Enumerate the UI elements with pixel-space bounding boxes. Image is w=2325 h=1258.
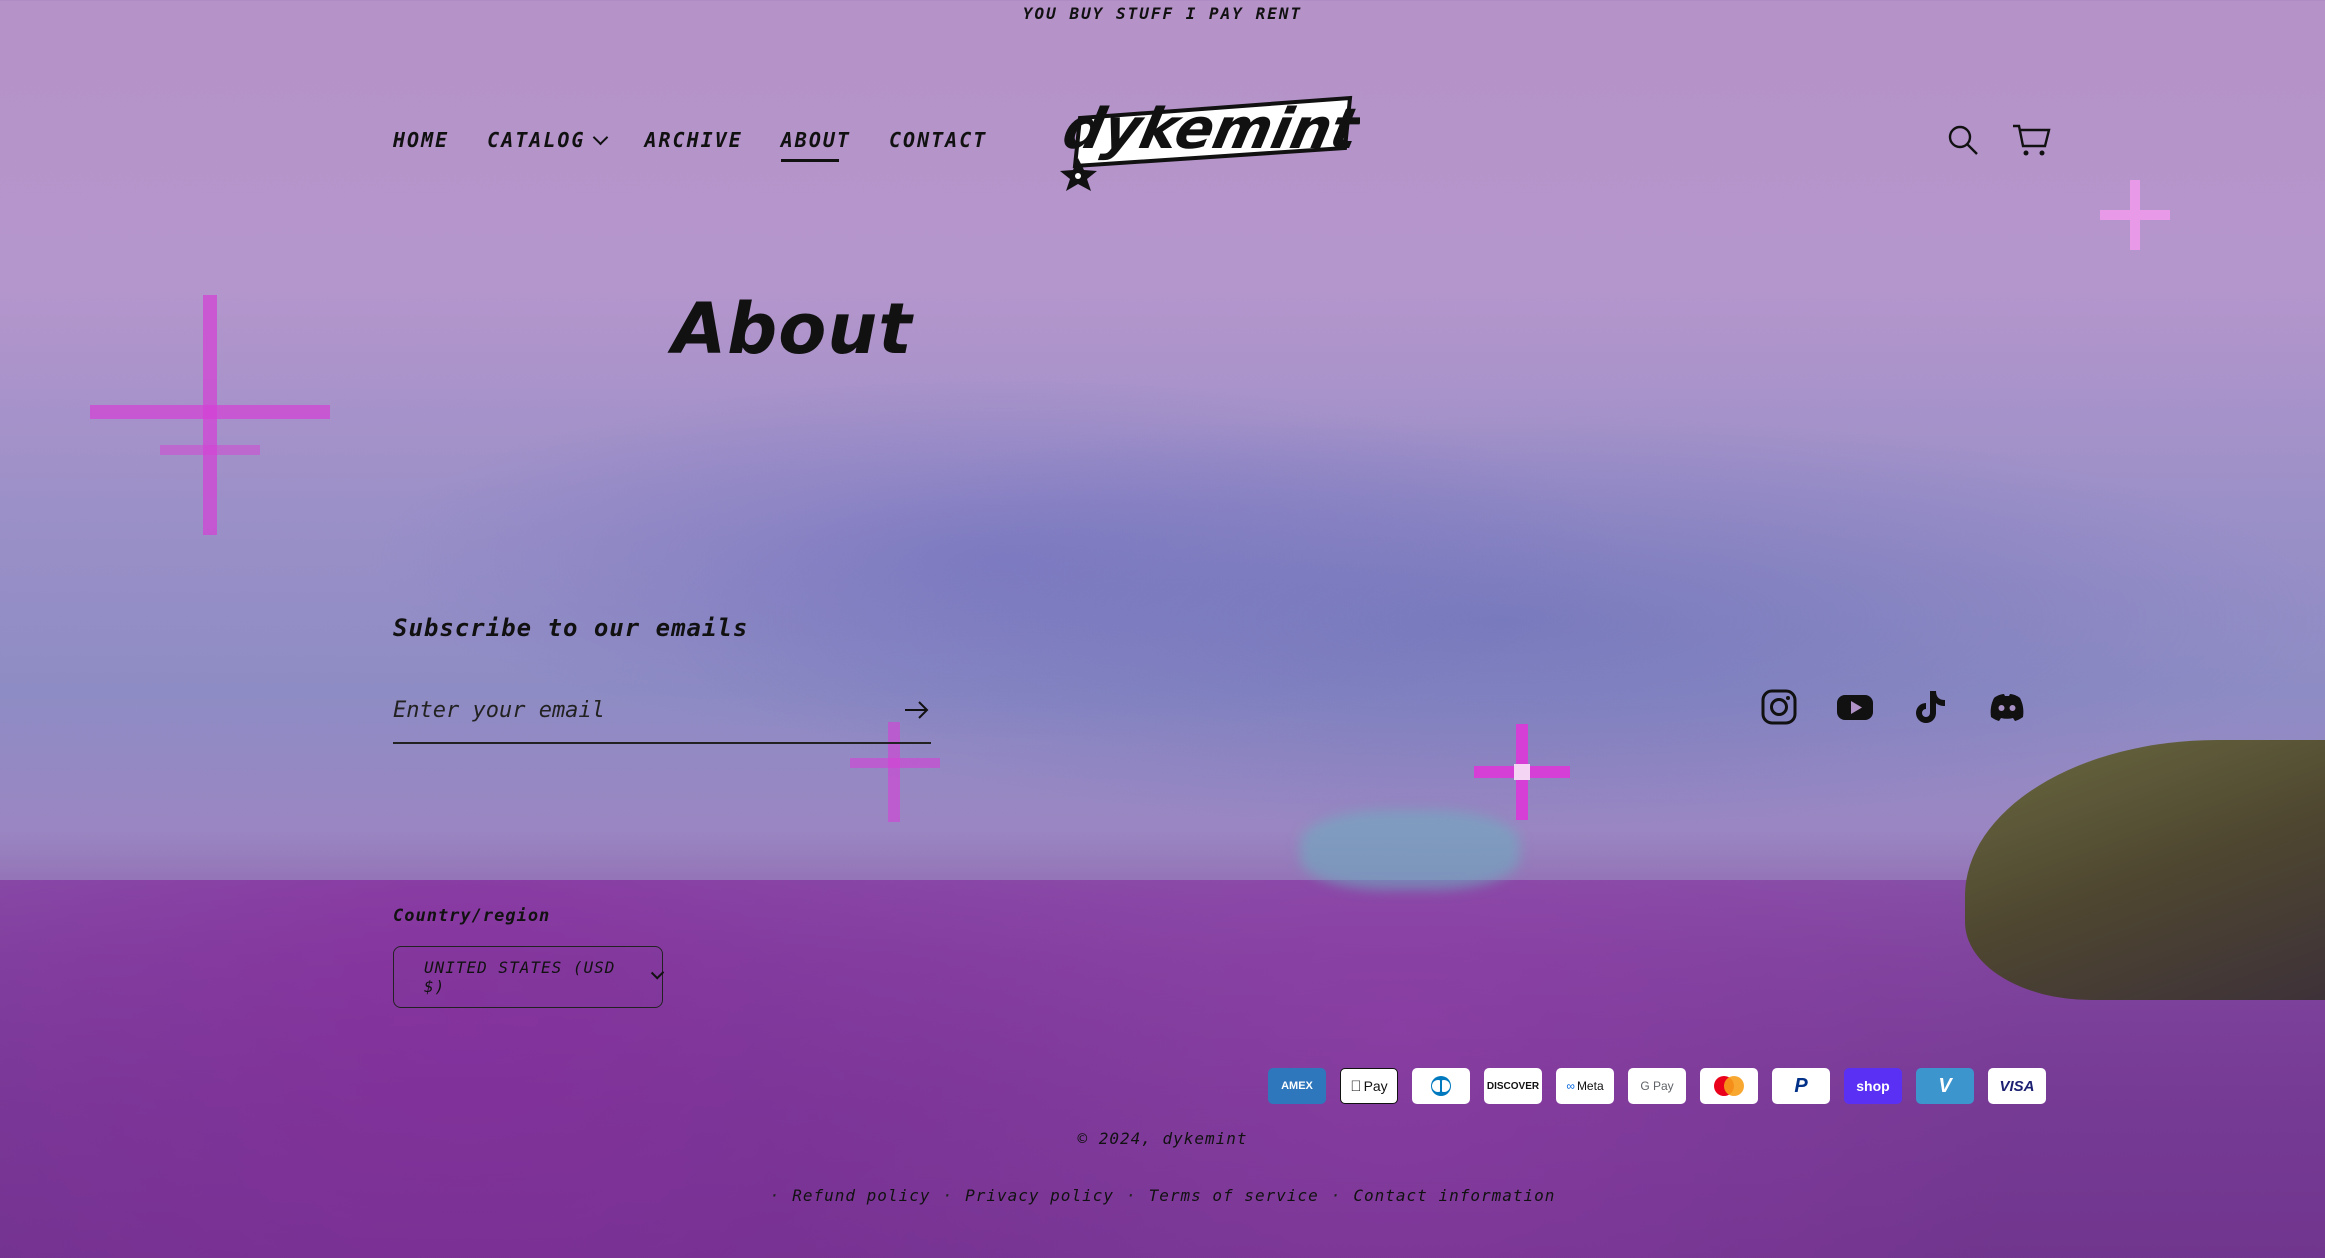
diners-club-icon: [1412, 1068, 1470, 1104]
site-logo[interactable]: dykemint: [1057, 88, 1367, 198]
youtube-icon[interactable]: [1836, 688, 1874, 726]
privacy-policy-link[interactable]: Privacy policy: [965, 1186, 1114, 1205]
header-icons: [1945, 122, 2051, 158]
instagram-icon[interactable]: [1760, 688, 1798, 726]
country-label: Country/region: [393, 906, 551, 926]
nav-contact[interactable]: CONTACT: [889, 128, 987, 152]
nav-catalog-label: CATALOG: [487, 128, 586, 152]
meta-pay-icon: ∞ Meta: [1556, 1068, 1614, 1104]
policy-links: · Refund policy · Privacy policy · Terms…: [769, 1186, 1556, 1205]
tiktok-icon[interactable]: [1912, 688, 1950, 726]
nav-about[interactable]: ABOUT: [780, 128, 851, 162]
nav-home[interactable]: HOME: [393, 128, 449, 152]
google-pay-icon: G Pay: [1628, 1068, 1686, 1104]
venmo-icon: V: [1916, 1068, 1974, 1104]
social-links: [1760, 688, 2026, 726]
apple-pay-icon: Pay: [1340, 1068, 1398, 1104]
mastercard-icon: [1700, 1068, 1758, 1104]
terms-of-service-link[interactable]: Terms of service: [1149, 1186, 1319, 1205]
refund-policy-link[interactable]: Refund policy: [792, 1186, 930, 1205]
background-water: [1300, 810, 1520, 890]
discover-icon: DISCOVER: [1484, 1068, 1542, 1104]
country-selected: UNITED STATES (USD $): [424, 958, 616, 996]
announcement-bar: YOU BUY STUFF I PAY RENT: [1022, 4, 1303, 23]
page-title: About: [672, 288, 913, 370]
sparkle-decoration: [1474, 724, 1570, 820]
cart-icon[interactable]: [2011, 122, 2051, 158]
arrow-right-icon[interactable]: [903, 698, 929, 722]
payment-icons: AMEX Pay DISCOVER ∞Meta G Pay P shop V …: [1268, 1068, 2046, 1104]
newsletter-title: Subscribe to our emails: [393, 614, 749, 642]
main-nav: HOME CATALOG ARCHIVE ABOUT CONTACT: [393, 128, 987, 162]
shop-pay-icon: shop: [1844, 1068, 1902, 1104]
discord-icon[interactable]: [1988, 688, 2026, 726]
amex-icon: AMEX: [1268, 1068, 1326, 1104]
visa-icon: VISA: [1988, 1068, 2046, 1104]
sparkle-decoration: [90, 295, 330, 535]
newsletter-form: [393, 688, 931, 744]
svg-text:dykemint: dykemint: [1060, 97, 1360, 162]
contact-information-link[interactable]: Contact information: [1353, 1186, 1555, 1205]
copyright: © 2024, dykemint: [1077, 1129, 1248, 1148]
background-hill: [1965, 740, 2325, 1000]
chevron-down-icon: [650, 966, 665, 980]
search-icon[interactable]: [1945, 122, 1981, 158]
chevron-down-icon: [593, 129, 609, 146]
country-select[interactable]: UNITED STATES (USD $): [393, 946, 665, 1008]
sparkle-decoration: [2100, 180, 2170, 250]
email-input[interactable]: [393, 688, 873, 732]
paypal-icon: P: [1772, 1068, 1830, 1104]
nav-archive[interactable]: ARCHIVE: [644, 128, 742, 152]
nav-catalog[interactable]: CATALOG: [487, 128, 609, 152]
